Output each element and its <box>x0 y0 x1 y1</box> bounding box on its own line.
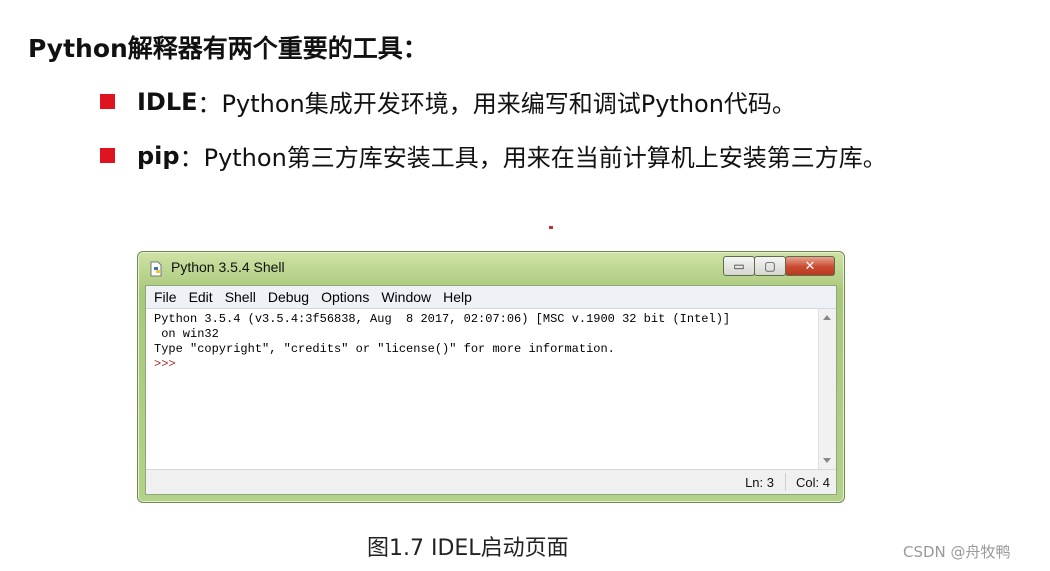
scroll-up-icon[interactable] <box>823 315 831 320</box>
menu-debug[interactable]: Debug <box>268 289 309 305</box>
python-file-icon <box>150 261 162 277</box>
bullet-pip: pip ：Python第三方库安装工具，用来在当前计算机上安装第三方库。 <box>100 138 887 173</box>
menu-window[interactable]: Window <box>381 289 431 305</box>
bullet-square-icon <box>100 94 115 109</box>
window-controls: ▭ ▢ ✕ <box>723 256 835 276</box>
bullet-term: pip <box>137 141 180 170</box>
minimize-button[interactable]: ▭ <box>723 256 755 276</box>
bullet-term: IDLE <box>137 87 198 116</box>
shell-prompt: >>> <box>154 357 176 371</box>
maximize-button[interactable]: ▢ <box>754 256 786 276</box>
menu-file[interactable]: File <box>154 289 177 305</box>
menu-bar: File Edit Shell Debug Options Window Hel… <box>146 286 836 309</box>
watermark: CSDN @舟牧鸭 <box>903 543 1011 561</box>
line-indicator: Ln: 3 <box>745 475 774 490</box>
bullet-text: ：Python第三方库安装工具，用来在当前计算机上安装第三方库。 <box>179 144 887 172</box>
title-bar[interactable]: Python 3.5.4 Shell ▭ ▢ ✕ <box>138 252 844 284</box>
window-title: Python 3.5.4 Shell <box>171 259 285 275</box>
figure-caption: 图1.7 IDEL启动页面 <box>367 536 569 561</box>
column-indicator: Col: 4 <box>796 475 830 490</box>
window-client: File Edit Shell Debug Options Window Hel… <box>145 285 837 495</box>
shell-banner-line: Python 3.5.4 (v3.5.4:3f56838, Aug 8 2017… <box>154 312 731 326</box>
idle-shell-window: Python 3.5.4 Shell ▭ ▢ ✕ File Edit Shell… <box>137 251 845 503</box>
vertical-scrollbar[interactable] <box>818 309 836 469</box>
bullet-text: ：Python集成开发环境，用来编写和调试Python代码。 <box>197 90 796 118</box>
stray-mark <box>549 226 553 229</box>
shell-text-area[interactable]: Python 3.5.4 (v3.5.4:3f56838, Aug 8 2017… <box>146 309 818 469</box>
bullet-idle: IDLE ：Python集成开发环境，用来编写和调试Python代码。 <box>100 84 796 119</box>
shell-banner-line: Type "copyright", "credits" or "license(… <box>154 342 615 356</box>
scroll-down-icon[interactable] <box>823 458 831 463</box>
close-button[interactable]: ✕ <box>785 256 835 276</box>
menu-options[interactable]: Options <box>321 289 369 305</box>
menu-edit[interactable]: Edit <box>189 289 213 305</box>
status-divider <box>785 473 786 491</box>
menu-shell[interactable]: Shell <box>225 289 256 305</box>
status-bar: Ln: 3 Col: 4 <box>146 469 836 494</box>
slide-heading: Python解释器有两个重要的工具： <box>28 34 428 63</box>
bullet-square-icon <box>100 148 115 163</box>
menu-help[interactable]: Help <box>443 289 472 305</box>
shell-banner-line: on win32 <box>154 327 219 341</box>
